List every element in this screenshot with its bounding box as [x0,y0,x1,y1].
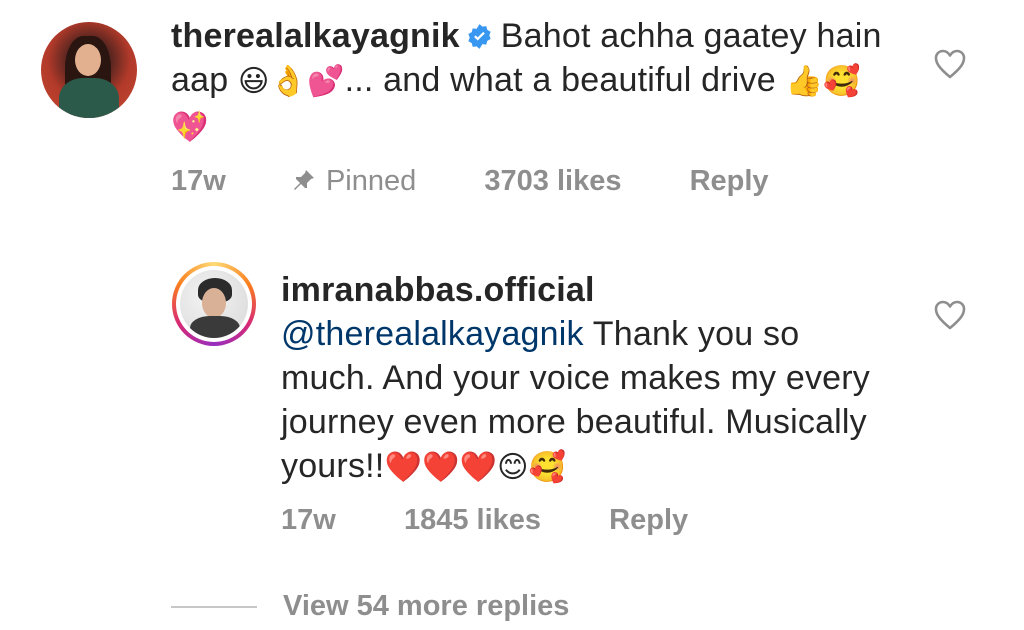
avatar-face [202,288,226,318]
comment-body: imranabbas.official @therealalkayagnik T… [281,268,881,490]
mention-link[interactable]: @therealalkayagnik [281,315,584,353]
avatar-suit [190,316,240,338]
username[interactable]: therealalkayagnik [171,17,460,55]
avatar-dress [59,78,119,118]
reply-button[interactable]: Reply [690,163,769,199]
verified-badge-icon [468,24,491,49]
view-more-replies[interactable]: View 54 more replies [171,590,569,630]
heart-outline-icon[interactable] [933,48,967,80]
comment-time: 17w [281,504,336,536]
pinned-indicator: Pinned [292,163,416,199]
comment-emojis-1: 😃👌💕 [237,64,345,99]
comment-time: 17w [171,165,226,197]
comment-likes[interactable]: 1845 likes [404,502,541,538]
comment-emojis: ❤️❤️❤️😊🥰 [384,450,567,485]
reply-button[interactable]: Reply [609,502,688,538]
comment-likes[interactable]: 3703 likes [484,163,621,199]
view-more-replies-label[interactable]: View 54 more replies [283,590,569,622]
avatar[interactable] [180,270,248,338]
avatar[interactable] [41,22,137,118]
comment-meta: 17w 1845 likes Reply [281,502,688,538]
pinned-label: Pinned [325,165,417,197]
comment-meta: 17w Pinned 3703 likes Reply [171,163,769,199]
comment-body: therealalkayagnik Bahot achha gaatey hain… [171,14,891,150]
comment-text-part2: ... and what a beautiful drive [344,61,776,99]
pin-icon [293,170,314,190]
username[interactable]: imranabbas.official [281,268,881,312]
avatar-face [75,44,101,76]
divider-line [171,605,257,608]
heart-outline-icon[interactable] [933,299,967,331]
